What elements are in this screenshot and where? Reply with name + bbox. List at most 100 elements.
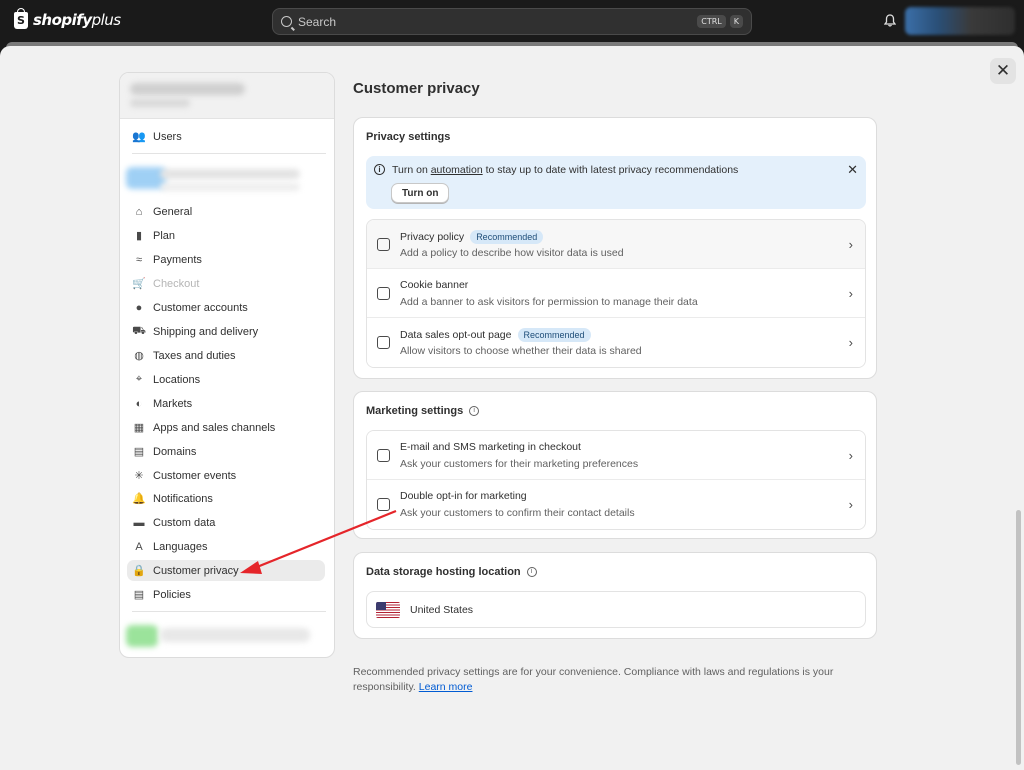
row-subtitle: Add a banner to ask visitors for permiss… [400, 296, 698, 308]
store-icon: ⌂ [135, 205, 143, 218]
sidebar-item-label: Payments [153, 253, 202, 266]
sidebar-item-languages[interactable]: A Languages [127, 536, 325, 557]
sidebar-item-customer-accounts[interactable]: ● Customer accounts [127, 297, 325, 318]
email-sms-marketing-row[interactable]: E-mail and SMS marketing in checkout Ask… [367, 431, 865, 480]
language-icon: A [135, 540, 143, 553]
email-icon [377, 449, 390, 462]
top-bar: shopifyplus Search CTRL K [0, 0, 1024, 42]
privacy-settings-card: Privacy settings i Turn on automation to… [353, 117, 877, 379]
logo-text: shopify [33, 11, 92, 29]
sidebar-item-label: Checkout [153, 277, 200, 290]
recommended-badge: Recommended [517, 328, 591, 342]
sidebar-item-label: Apps and sales channels [153, 421, 276, 434]
cart-icon: 🛒 [132, 278, 146, 290]
shopify-logo[interactable]: shopifyplus [14, 7, 122, 29]
logo-plus: plus [91, 11, 122, 29]
info-icon[interactable]: i [469, 406, 480, 416]
sidebar-item-label: Locations [153, 373, 201, 386]
account-avatar-blurred[interactable] [905, 7, 1015, 35]
sidebar-item-label: Notifications [153, 492, 213, 505]
sidebar-item-custom-data[interactable]: ▬ Custom data [127, 512, 325, 533]
sidebar-item-label: Domains [153, 445, 197, 458]
sidebar-divider [132, 153, 326, 154]
row-title: Data sales opt-out page [400, 329, 512, 341]
opt-out-icon [377, 336, 390, 349]
row-title: E-mail and SMS marketing in checkout [400, 441, 581, 453]
sidebar-item-customer-events[interactable]: ✳ Customer events [127, 465, 325, 486]
shortcut-k: K [729, 15, 743, 28]
close-icon[interactable]: ✕ [990, 58, 1016, 84]
marketing-settings-title: Marketing settings [366, 405, 464, 417]
chevron-right-icon: › [848, 335, 853, 350]
confirm-contact-icon [377, 498, 390, 511]
learn-more-link[interactable]: Learn more [419, 681, 473, 693]
turn-on-button[interactable]: Turn on [391, 183, 450, 203]
sidebar-item-notifications[interactable]: 🔔 Notifications [127, 488, 325, 509]
row-subtitle: Add a policy to describe how visitor dat… [400, 247, 624, 259]
sidebar-item-label: Plan [153, 229, 176, 242]
banner-text-post: to stay up to date with latest privacy r… [482, 164, 739, 176]
cookie-banner-icon [377, 287, 390, 300]
automation-banner: i Turn on automation to stay up to date … [366, 156, 866, 209]
location-icon: ⌖ [135, 373, 143, 385]
country-name: United States [410, 603, 474, 616]
data-icon: ▬ [133, 516, 145, 529]
info-icon[interactable]: i [526, 567, 537, 577]
sidebar-item-general[interactable]: ⌂ General [127, 201, 325, 222]
sidebar-item-checkout: 🛒 Checkout [127, 273, 325, 294]
recommended-badge: Recommended [470, 230, 544, 244]
sidebar-item-locations[interactable]: ⌖ Locations [127, 369, 325, 390]
row-subtitle: Ask your customers to confirm their cont… [400, 507, 635, 519]
sidebar-item-customer-privacy[interactable]: 🔒 Customer privacy [127, 560, 325, 581]
sidebar-item-label: Custom data [153, 516, 216, 529]
store-header-blurred[interactable] [120, 73, 334, 119]
globe-icon: ◐ [135, 397, 143, 410]
policy-icon [377, 238, 390, 251]
data-sales-opt-out-row[interactable]: Data sales opt-out page Recommended Allow… [367, 318, 865, 367]
chevron-right-icon: › [848, 448, 853, 463]
sidebar-item-taxes-and-duties[interactable]: ◍ Taxes and duties [127, 345, 325, 366]
sidebar-item-label: Shipping and delivery [153, 325, 259, 338]
sidebar-item-label: Users [153, 130, 182, 143]
chevron-right-icon: › [848, 237, 853, 252]
sidebar-item-shipping-and-delivery[interactable]: ⛟ Shipping and delivery [127, 321, 325, 342]
chevron-right-icon: › [848, 286, 853, 301]
domain-icon: ▤ [133, 446, 145, 458]
sidebar-item-markets[interactable]: ◐ Markets [127, 393, 325, 414]
policy-icon: ▤ [133, 589, 145, 601]
sidebar-item-domains[interactable]: ▤ Domains [127, 441, 325, 462]
users-icon: 👥 [132, 131, 146, 143]
row-title: Privacy policy [400, 231, 465, 243]
sidebar-item-label: General [153, 205, 193, 218]
search-bar[interactable]: Search CTRL K [272, 8, 752, 35]
sidebar-item-label: Taxes and duties [153, 349, 236, 362]
sidebar-item-apps-and-sales-channels[interactable]: ▦ Apps and sales channels [127, 417, 325, 438]
notifications-bell-icon[interactable] [884, 14, 896, 27]
shortcut-ctrl: CTRL [697, 15, 726, 28]
plan-icon: ▮ [135, 230, 143, 242]
sidebar-item-policies[interactable]: ▤ Policies [127, 584, 325, 605]
banner-close-icon[interactable]: ✕ [847, 162, 858, 178]
marketing-settings-list: E-mail and SMS marketing in checkout Ask… [366, 430, 866, 530]
marketing-settings-card: Marketing settings i E-mail and SMS marke… [353, 391, 877, 539]
privacy-settings-list: Privacy policy Recommended Add a policy t… [366, 219, 866, 368]
row-title: Double opt-in for marketing [400, 490, 527, 502]
automation-link[interactable]: automation [431, 164, 483, 176]
page-title: Customer privacy [353, 80, 480, 97]
sidebar-item-users[interactable]: 👥 Users [127, 126, 325, 147]
privacy-policy-row[interactable]: Privacy policy Recommended Add a policy t… [367, 220, 865, 269]
search-placeholder: Search [298, 14, 337, 29]
footer-note: Recommended privacy settings are for you… [353, 665, 853, 695]
row-title: Cookie banner [400, 279, 469, 291]
person-icon: ● [135, 301, 143, 314]
hosting-country: United States [366, 591, 866, 628]
sidebar-item-plan[interactable]: ▮ Plan [127, 225, 325, 246]
sidebar-item-label: Customer events [153, 469, 237, 482]
apps-icon: ▦ [133, 422, 145, 434]
sidebar-item-payments[interactable]: ≈ Payments [127, 249, 325, 270]
truck-icon: ⛟ [132, 324, 146, 337]
scrollbar[interactable] [1016, 510, 1021, 765]
double-opt-in-row[interactable]: Double opt-in for marketing Ask your cus… [367, 480, 865, 529]
cookie-banner-row[interactable]: Cookie banner Add a banner to ask visito… [367, 269, 865, 318]
us-flag-icon [376, 601, 400, 618]
